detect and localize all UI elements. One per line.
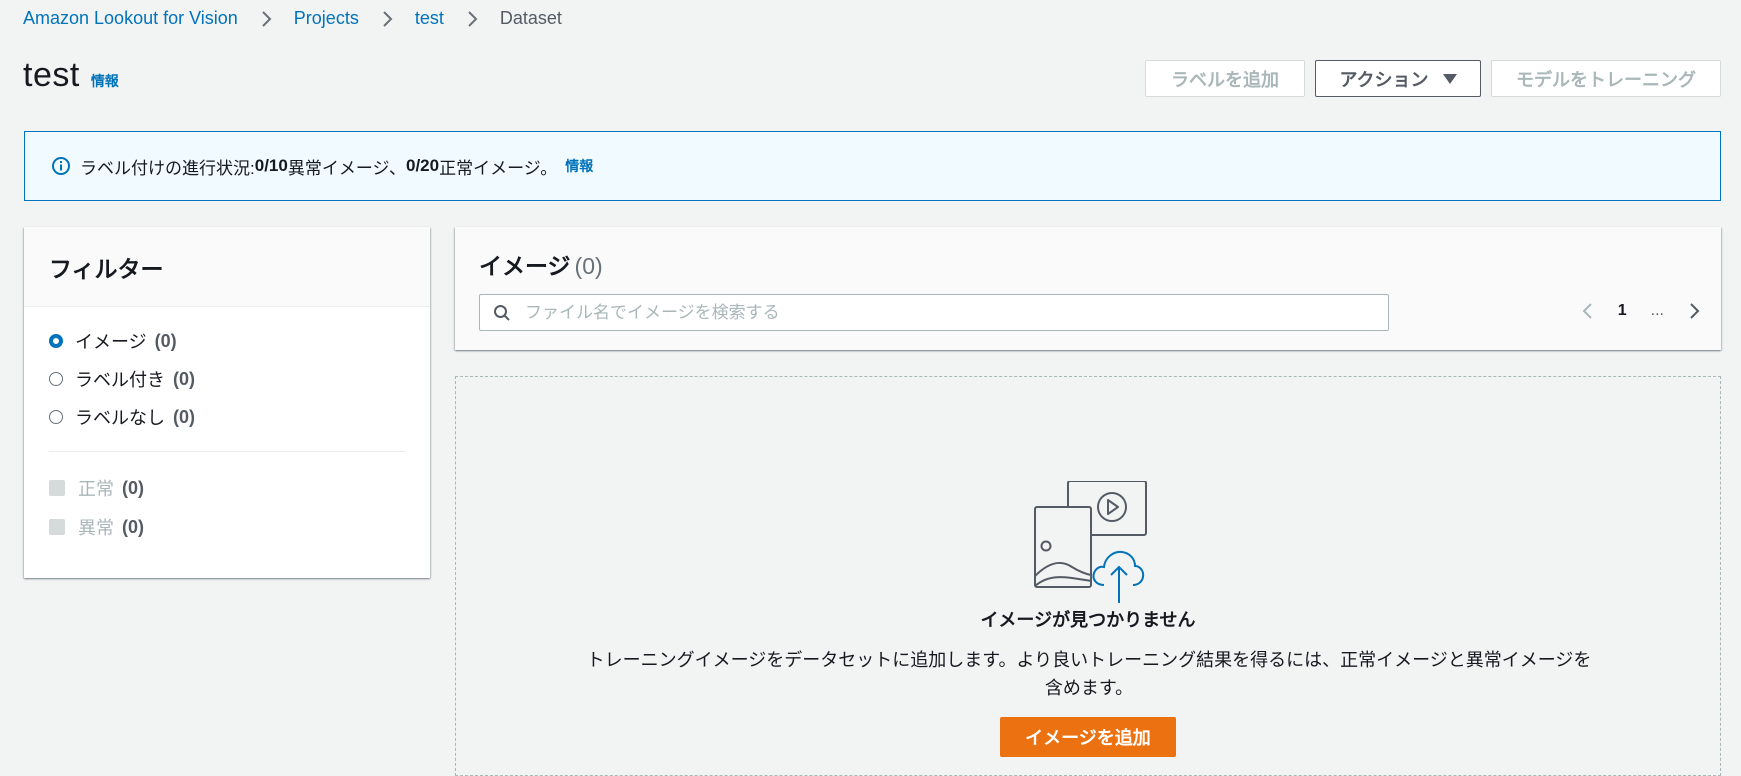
filter-divider xyxy=(49,451,405,452)
breadcrumb-link-project[interactable]: test xyxy=(415,8,444,29)
breadcrumb-link-projects[interactable]: Projects xyxy=(294,8,359,29)
filter-checkbox-anomaly[interactable]: 異常 (0) xyxy=(49,514,144,540)
page-title: test xyxy=(23,56,80,94)
breadcrumb-current: Dataset xyxy=(499,8,562,28)
radio-button[interactable] xyxy=(49,410,63,424)
images-header: イメージ (0) xyxy=(479,247,603,281)
info-icon xyxy=(52,157,70,175)
add-label-button[interactable]: ラベルを追加 xyxy=(1145,60,1305,97)
chevron-right-icon xyxy=(383,10,393,27)
empty-state-description: トレーニングイメージをデータセットに追加します。より良いトレーニング結果を得るに… xyxy=(586,650,1592,698)
radio-button[interactable] xyxy=(49,372,63,386)
caret-down-icon xyxy=(1442,73,1457,84)
radio-button-checked[interactable] xyxy=(49,334,63,348)
progress-prefix: ラベル付けの進行状況: xyxy=(80,158,255,178)
empty-state-container: イメージが見つかりません トレーニングイメージをデータセットに追加します。より良… xyxy=(455,376,1721,776)
filter-radio-labeled[interactable]: ラベル付き (0) xyxy=(49,366,195,392)
images-upload-illustration-icon xyxy=(1034,481,1147,603)
page-header: test 情報 xyxy=(23,56,119,95)
filter-checkbox-normal[interactable]: 正常 (0) xyxy=(49,475,144,501)
chevron-right-icon xyxy=(468,10,478,27)
filter-option-label: ラベルなし xyxy=(75,408,165,428)
checkbox-disabled[interactable] xyxy=(49,519,65,535)
empty-state-title: イメージが見つかりません xyxy=(980,610,1196,630)
filter-option-count: (0) xyxy=(154,330,177,351)
chevron-left-icon[interactable] xyxy=(1580,301,1594,321)
breadcrumb: Amazon Lookout for Vision Projects test … xyxy=(23,8,562,29)
image-search-input[interactable] xyxy=(523,301,1347,324)
images-count: (0) xyxy=(574,253,603,279)
filter-option-count: (0) xyxy=(122,516,144,537)
filter-option-label: ラベル付き xyxy=(75,370,165,390)
filter-radio-images[interactable]: イメージ (0) xyxy=(49,328,177,354)
filter-option-count: (0) xyxy=(173,406,195,427)
add-images-button[interactable]: イメージを追加 xyxy=(1000,717,1176,757)
filter-option-label: イメージ xyxy=(75,332,147,352)
actions-button-label: アクション xyxy=(1339,69,1429,90)
checkbox-disabled[interactable] xyxy=(49,480,65,496)
title-info-link[interactable]: 情報 xyxy=(91,71,119,91)
actions-dropdown-button[interactable]: アクション xyxy=(1315,60,1481,97)
filter-option-label: 異常 xyxy=(78,518,114,538)
filter-option-label: 正常 xyxy=(78,479,114,499)
normal-progress-count: 0/20 xyxy=(405,156,440,175)
labeling-progress-banner: ラベル付けの進行状況: 0/10 異常イメージ、 0/20 正常イメージ。 情報 xyxy=(24,131,1721,201)
breadcrumb-link-service[interactable]: Amazon Lookout for Vision xyxy=(23,8,238,29)
images-panel: イメージ(0) 1 ... xyxy=(455,227,1721,350)
filter-option-count: (0) xyxy=(122,477,144,498)
search-icon xyxy=(494,304,510,321)
banner-info-link[interactable]: 情報 xyxy=(565,156,593,176)
image-search-box[interactable] xyxy=(479,294,1389,331)
filter-title: フィルター xyxy=(24,227,430,307)
chevron-right-icon xyxy=(262,10,272,27)
filter-radio-unlabeled[interactable]: ラベルなし (0) xyxy=(49,404,195,430)
images-title: イメージ xyxy=(479,253,571,279)
anomaly-progress-text: 異常イメージ、 xyxy=(287,158,406,178)
pagination-page-1[interactable]: 1 xyxy=(1618,302,1627,320)
filter-panel: フィルター イメージ (0) ラベル付き (0) ラベルなし (0) 正常 (0… xyxy=(24,227,430,578)
filter-option-count: (0) xyxy=(173,368,195,389)
pagination: 1 ... xyxy=(1580,301,1702,321)
train-model-button[interactable]: モデルをトレーニング xyxy=(1491,60,1721,97)
pagination-ellipsis: ... xyxy=(1650,302,1664,319)
chevron-right-icon[interactable] xyxy=(1688,301,1702,321)
normal-progress-text: 正常イメージ。 xyxy=(439,158,558,178)
anomaly-progress-count: 0/10 xyxy=(254,156,288,175)
